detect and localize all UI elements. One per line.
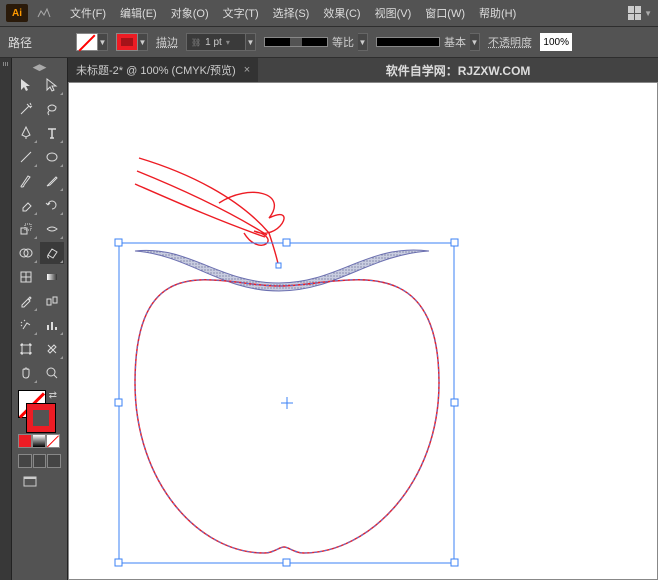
slice-tool[interactable]	[40, 338, 64, 360]
lasso-tool[interactable]	[40, 98, 64, 120]
document-tab-bar: 未标题-2* @ 100% (CMYK/预览) × 软件自学网：RJZXW.CO…	[68, 58, 658, 82]
selection-handle-mr[interactable]	[451, 399, 458, 406]
chevron-down-icon: ▾	[226, 38, 230, 47]
selection-tool[interactable]	[14, 74, 38, 96]
apple-top-fill	[135, 250, 429, 291]
eyedropper-tool[interactable]	[14, 290, 38, 312]
canvas[interactable]	[68, 82, 658, 580]
stroke-swatch[interactable]	[116, 33, 138, 51]
eraser-tool[interactable]	[14, 194, 38, 216]
work-area: 未标题-2* @ 100% (CMYK/预览) × 软件自学网：RJZXW.CO…	[68, 58, 658, 580]
paintbrush-tool[interactable]	[14, 170, 38, 192]
app-logo: Ai	[6, 4, 28, 22]
artboard-tool[interactable]	[14, 338, 38, 360]
menu-file[interactable]: 文件(F)	[64, 2, 112, 24]
direct-selection-tool[interactable]	[40, 74, 64, 96]
watermark-text: 软件自学网：RJZXW.COM	[258, 58, 658, 82]
draw-mode-row	[18, 454, 61, 468]
control-bar: 路径 ▼ ▼ 描边 ⛓ 1 pt ▾ ▼ 等比 ▼ 基本 ▼ 不透明度 100%	[0, 26, 658, 58]
stroke-weight-value: 1 pt	[205, 37, 222, 48]
opacity-label[interactable]: 不透明度	[488, 34, 532, 50]
live-paint-tool[interactable]	[40, 242, 64, 264]
symbol-sprayer-tool[interactable]	[14, 314, 38, 336]
draw-normal-icon[interactable]	[18, 454, 32, 468]
artwork	[69, 83, 658, 580]
selection-center-icon[interactable]	[281, 397, 293, 409]
panel-collapse-bar[interactable]	[0, 58, 12, 580]
document-tab-title: 未标题-2* @ 100% (CMYK/预览)	[76, 62, 236, 78]
menu-window[interactable]: 窗口(W)	[419, 2, 471, 24]
apple-outline-selected	[135, 280, 439, 553]
fill-dropdown-icon[interactable]: ▼	[98, 33, 108, 51]
brush-definition[interactable]	[376, 37, 440, 47]
type-tool[interactable]	[40, 122, 64, 144]
column-graph-tool[interactable]	[40, 314, 64, 336]
anchor-point[interactable]	[276, 263, 281, 268]
color-mode-row	[18, 434, 61, 448]
menu-object[interactable]: 对象(O)	[165, 2, 215, 24]
stroke-dropdown-icon[interactable]: ▼	[138, 33, 148, 51]
document-tab[interactable]: 未标题-2* @ 100% (CMYK/预览) ×	[68, 58, 258, 82]
toolbox-column-toggle[interactable]: ◀▶	[14, 62, 65, 72]
fill-stroke-swatch[interactable]: ⇄	[18, 390, 61, 432]
hand-tool[interactable]	[14, 362, 38, 384]
fill-swatch[interactable]	[76, 33, 98, 51]
stroke-label[interactable]: 描边	[156, 34, 178, 50]
ellipse-tool[interactable]	[40, 146, 64, 168]
color-mode-solid[interactable]	[18, 434, 32, 448]
line-tool[interactable]	[14, 146, 38, 168]
width-tool[interactable]	[40, 218, 64, 240]
context-label: 路径	[8, 34, 68, 51]
bridge-icon[interactable]	[36, 6, 52, 20]
draw-behind-icon[interactable]	[33, 454, 47, 468]
brush-dropdown-icon[interactable]: ▼	[470, 33, 480, 51]
close-icon[interactable]: ×	[244, 64, 250, 76]
selection-handle-tr[interactable]	[451, 239, 458, 246]
menu-effect[interactable]: 效果(C)	[317, 2, 366, 24]
screen-mode-button[interactable]	[18, 472, 42, 492]
pencil-tool[interactable]	[40, 170, 64, 192]
mesh-tool[interactable]	[14, 266, 38, 288]
color-mode-gradient[interactable]	[32, 434, 46, 448]
draw-inside-icon[interactable]	[47, 454, 61, 468]
color-mode-none[interactable]	[46, 434, 60, 448]
zoom-tool[interactable]	[40, 362, 64, 384]
pen-tool[interactable]	[14, 122, 38, 144]
chain-icon: ⛓	[191, 38, 201, 47]
menu-edit[interactable]: 编辑(E)	[114, 2, 163, 24]
stroke-color-box[interactable]	[27, 404, 55, 432]
selection-handle-tm[interactable]	[283, 239, 290, 246]
menu-type[interactable]: 文字(T)	[217, 2, 265, 24]
selection-handle-bl[interactable]	[115, 559, 122, 566]
menu-help[interactable]: 帮助(H)	[473, 2, 522, 24]
selection-handle-br[interactable]	[451, 559, 458, 566]
profile-dropdown-icon[interactable]: ▼	[358, 33, 368, 51]
selection-handle-ml[interactable]	[115, 399, 122, 406]
menubar: Ai 文件(F) 编辑(E) 对象(O) 文字(T) 选择(S) 效果(C) 视…	[0, 0, 658, 26]
stroke-weight-dropdown[interactable]: ▼	[246, 33, 256, 51]
opacity-input[interactable]: 100%	[540, 33, 572, 51]
profile-label: 等比	[332, 34, 354, 50]
selection-handle-tl[interactable]	[115, 239, 122, 246]
stroke-weight-input[interactable]: ⛓ 1 pt ▾	[186, 33, 246, 51]
selection-handle-bm[interactable]	[283, 559, 290, 566]
menu-view[interactable]: 视图(V)	[369, 2, 418, 24]
toolbox: ◀▶	[12, 58, 68, 580]
magic-wand-tool[interactable]	[14, 98, 38, 120]
gradient-tool[interactable]	[40, 266, 64, 288]
blend-tool[interactable]	[40, 290, 64, 312]
arrange-documents-icon[interactable]: ▼	[628, 4, 652, 22]
variable-width-profile[interactable]	[264, 37, 328, 47]
menu-select[interactable]: 选择(S)	[267, 2, 316, 24]
scale-tool[interactable]	[14, 218, 38, 240]
shape-builder-tool[interactable]	[14, 242, 38, 264]
rotate-tool[interactable]	[40, 194, 64, 216]
style-label: 基本	[444, 34, 466, 50]
main-menu: 文件(F) 编辑(E) 对象(O) 文字(T) 选择(S) 效果(C) 视图(V…	[64, 2, 522, 24]
swap-fill-stroke-icon[interactable]: ⇄	[49, 390, 57, 401]
